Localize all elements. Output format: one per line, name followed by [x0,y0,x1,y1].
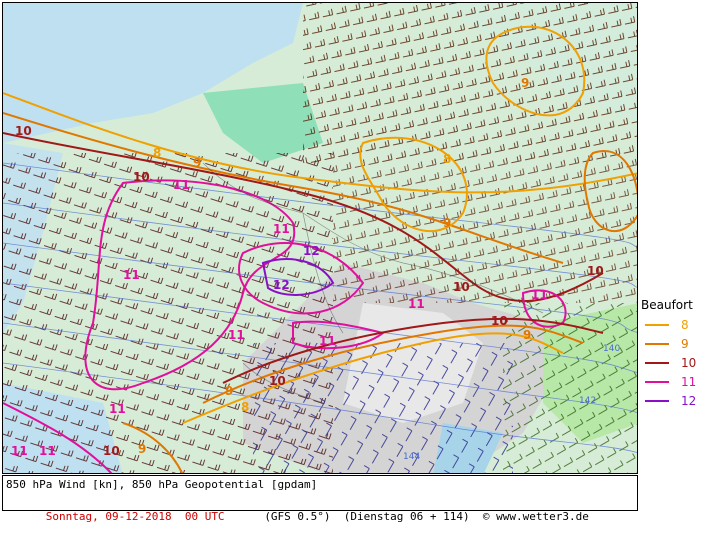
legend-item: 12 [645,394,703,408]
contour-label: 11 [408,297,425,311]
contour-label: 11 [11,444,28,458]
map-canvas: 10 9 8 9 11 10 11 11 12 12 11 11 11 10 1… [3,3,637,473]
legend-swatch [645,362,669,364]
legend-swatch [645,324,669,326]
contour-label: 12 [303,244,320,258]
legend-swatch [645,343,669,345]
legend-label: 9 [681,337,689,351]
valid-date: Sonntag, 09-12-2018 00 UTC [45,510,225,523]
contour-label: 11 [319,334,336,348]
contour-label: 11 [531,288,548,302]
map-caption: 850 hPa Wind [kn], 850 hPa Geopotential … [6,478,318,491]
contour-label: 10 [103,444,120,458]
wind-map: 10 9 8 9 11 10 11 11 12 12 11 11 11 10 1… [2,2,638,474]
legend-item: 8 [645,318,703,332]
legend-label: 10 [681,356,697,370]
contour-label: 8 [153,146,161,160]
contour-label: 9 [521,76,529,90]
contour-label: 9 [138,442,146,456]
weather-map-frame: 10 9 8 9 11 10 11 11 12 12 11 11 11 10 1… [0,0,704,523]
contour-label: 8 [241,400,249,414]
contour-label: 8 [443,152,451,166]
legend-label: 8 [681,318,689,332]
map-meta-row: Sonntag, 09-12-2018 00 UTC (GFS 0.5°) (D… [6,493,589,541]
contour-label: 11 [173,178,190,192]
contour-label: 140 [603,344,620,354]
model-label: (GFS 0.5°) [264,510,331,523]
contour-label: 142 [579,396,596,406]
contour-label: 11 [39,444,56,458]
wind-barbs-north [303,3,637,163]
contour-label: 11 [228,328,245,342]
contour-label: 11 [109,402,126,416]
contour-label: 9 [193,156,201,170]
contour-label: 144 [403,452,420,462]
contour-label: 10 [269,374,286,388]
beaufort-legend: Beaufort 8 9 10 11 12 [641,298,703,418]
contour-label: 9 [523,328,531,342]
contour-label: 10 [491,314,508,328]
contour-label: 9 [225,384,233,398]
legend-label: 11 [681,375,697,389]
wind-barbs-central [333,163,637,303]
contour-label: 11 [123,268,140,282]
legend-title: Beaufort [641,298,693,312]
contour-label: 10 [15,124,32,138]
run-label: (Dienstag 06 + 114) [343,510,470,523]
contour-label: 11 [273,222,290,236]
legend-swatch [645,381,669,383]
contour-label: 9 [443,216,451,230]
contour-label: 10 [587,264,604,278]
contour-label: 10 [133,170,150,184]
credit-link[interactable]: © www.wetter3.de [483,510,589,523]
legend-item: 10 [645,356,703,370]
legend-item: 9 [645,337,703,351]
contour-label: 10 [453,280,470,294]
legend-label: 12 [681,394,697,408]
contour-label: 12 [273,278,290,292]
legend-item: 11 [645,375,703,389]
map-footer: 850 hPa Wind [kn], 850 hPa Geopotential … [2,475,638,523]
legend-swatch [645,400,669,402]
